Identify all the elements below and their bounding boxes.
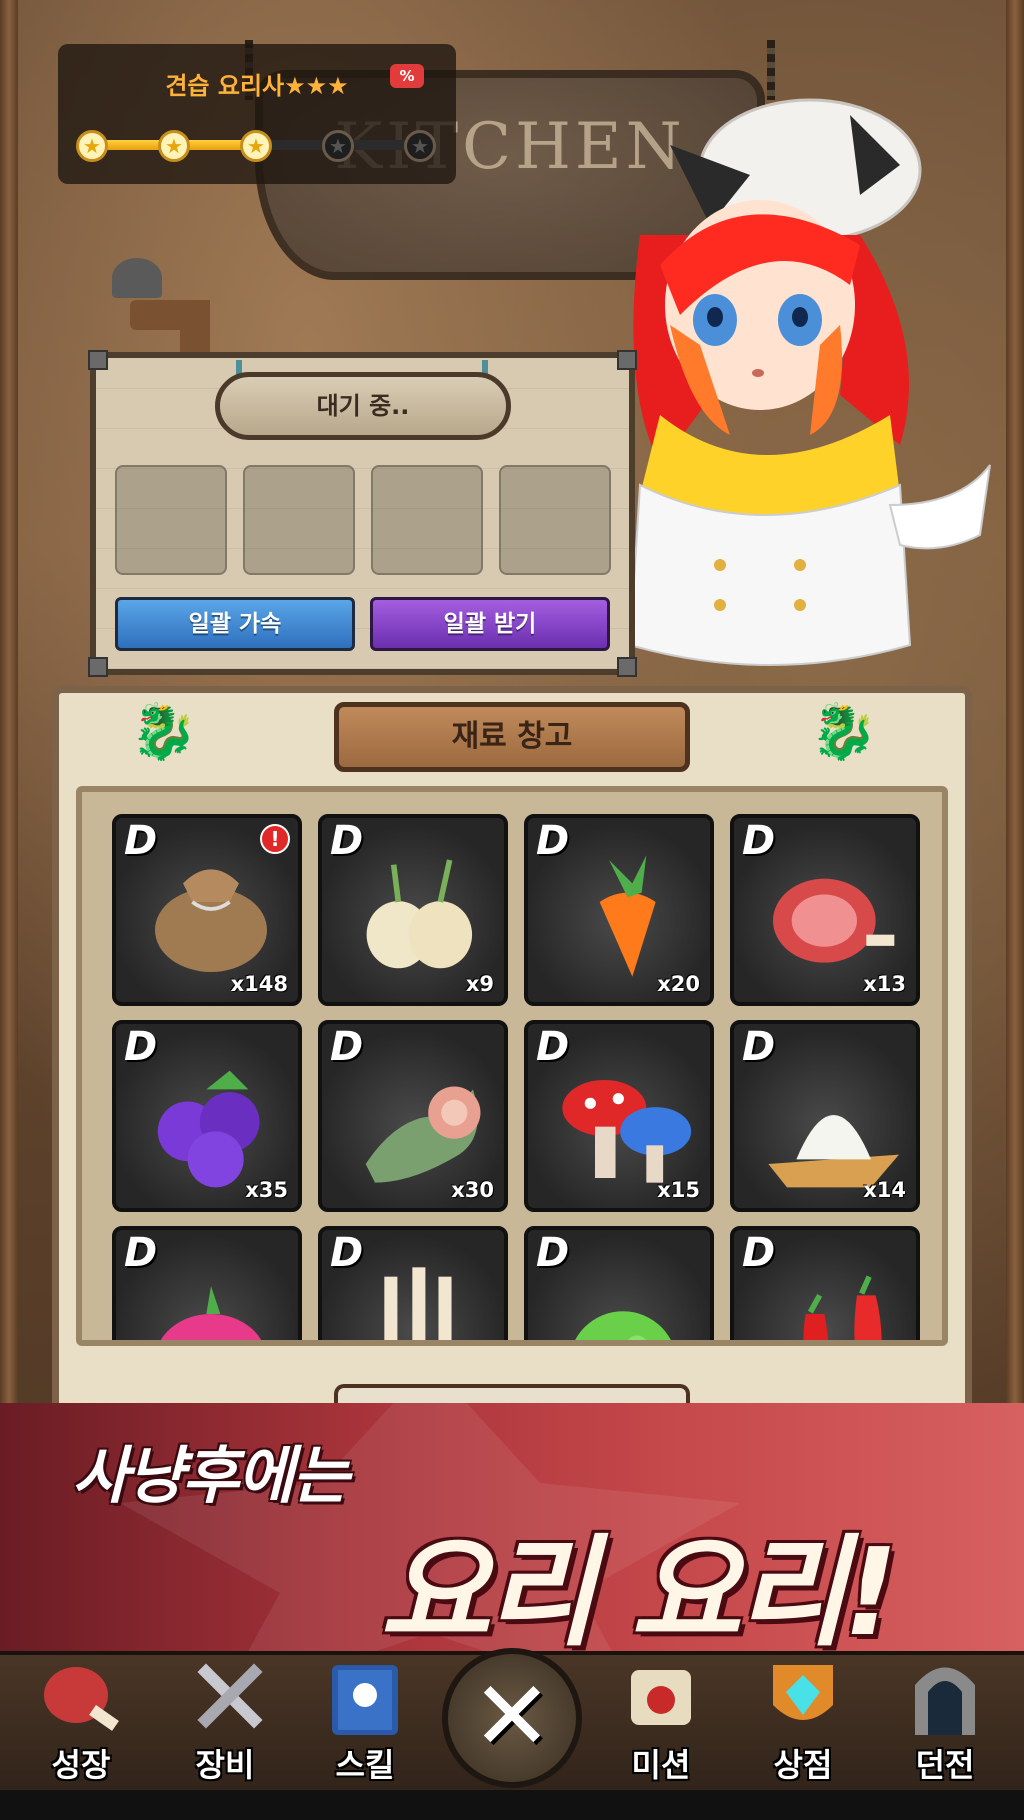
nav-label: 미션 [631,1746,691,1784]
alert-icon: ! [260,824,290,854]
chimney-cap [112,258,162,298]
item-count: x148 [230,972,288,996]
item-grade: D [536,818,570,864]
diamond-shield-icon [773,1665,833,1720]
carrot-icon [599,855,656,977]
rank-star-icon: ★ [158,130,190,162]
item-count: x14 [863,1178,906,1202]
item-count: x13 [863,972,906,996]
ingredient-item-pink-fruit[interactable]: D [112,1226,302,1340]
panel-corner-bolt [88,657,108,677]
ingredient-item-chili-pepper[interactable]: D [730,1226,920,1340]
ingredient-item-salt[interactable]: Dx14 [730,1020,920,1212]
cooking-slot[interactable] [243,465,355,575]
ingredient-item-mushroom[interactable]: Dx15 [524,1020,714,1212]
chili-pepper-icon [803,1275,882,1340]
item-grade: D [124,818,158,864]
ham-meat-icon [773,878,895,963]
ingredient-item-onion[interactable]: Dx9 [318,814,508,1006]
ingredient-item-green-fruit[interactable]: D [524,1226,714,1340]
rank-star-icon: ★ [404,130,436,162]
ingredient-item-blueberry[interactable]: Dx35 [112,1020,302,1212]
ingredient-item-ham-meat[interactable]: Dx13 [730,814,920,1006]
chimney-pipe-vertical [180,300,210,360]
mushroom-icon [562,1080,692,1183]
warehouse-title: 재료 창고 [334,702,690,772]
nav-item-spellbook[interactable]: 스킬 [300,1650,430,1800]
nav-item-crossed-swords[interactable]: 장비 [160,1650,290,1800]
item-count: x30 [451,1178,494,1202]
promo-banner: 사냥후에는 요리 요리! [0,1403,1024,1651]
nav-label: 성장 [51,1746,111,1784]
dragon-ornament-icon: 🐉 [130,700,198,763]
item-grade: D [330,1230,364,1276]
rank-star-icon: ★ [322,130,354,162]
speed-up-all-button[interactable]: 일괄 가속 [115,597,355,651]
item-grade: D [124,1024,158,1070]
nav-item-diamond-shield[interactable]: 상점 [738,1650,868,1800]
ingredient-item-carrot[interactable]: Dx20 [524,814,714,1006]
worm-meat-icon [365,1086,481,1183]
panel-corner-bolt [88,350,108,370]
crossed-swords-icon [197,1663,263,1729]
rank-panel[interactable]: 견습 요리사★★★ % [58,44,456,184]
nav-label: 상점 [773,1746,833,1784]
item-grade: D [536,1024,570,1070]
rank-star-icon: ★ [76,130,108,162]
panel-corner-bolt [617,350,637,370]
bottom-strip [0,1790,1024,1820]
nav-item-meat[interactable]: 성장 [16,1650,146,1800]
item-grade: D [124,1230,158,1276]
discount-badge: % [390,64,424,88]
dungeon-gate-icon [915,1667,975,1735]
pink-fruit-icon [160,1286,262,1340]
ingredient-item-worm-meat[interactable]: Dx30 [318,1020,508,1212]
nav-item-dungeon-gate[interactable]: 던전 [880,1650,1010,1800]
blueberry-icon [157,1070,260,1188]
nav-label: 스킬 [335,1746,395,1784]
root-meat-icon [384,1267,452,1340]
nav-label: 던전 [915,1746,975,1784]
nav-label: 장비 [195,1746,255,1784]
item-count: x15 [657,1178,700,1202]
grain-sack-icon [155,869,267,972]
banner-main-text: 요리 요리! [380,1524,898,1651]
scroll-icon [631,1670,691,1725]
item-grade: D [536,1230,570,1276]
green-fruit-icon [575,1311,671,1340]
item-count: x9 [465,972,494,996]
ingredient-item-root-meat[interactable]: D [318,1226,508,1340]
meat-icon [44,1667,119,1731]
close-button[interactable]: ✕ [442,1648,582,1788]
item-count: x35 [245,1178,288,1202]
dragon-ornament-icon: 🐉 [810,700,878,763]
item-grade: D [742,1024,776,1070]
item-grade: D [742,818,776,864]
item-count: x20 [657,972,700,996]
salt-icon [768,1115,899,1188]
panel-corner-bolt [617,657,637,677]
ingredient-grid: Dx148! Dx9 Dx20 Dx13 Dx35 Dx30 Dx15 Dx14 D D D D [76,786,948,1346]
spellbook-icon [332,1665,398,1735]
cooking-slot[interactable] [371,465,483,575]
close-icon: ✕ [471,1660,553,1772]
item-grade: D [330,1024,364,1070]
onion-icon [366,859,473,969]
chef-character [628,98,991,666]
ingredient-item-grain-sack[interactable]: Dx148! [112,814,302,1006]
cooking-slot[interactable] [115,465,227,575]
item-grade: D [742,1230,776,1276]
item-grade: D [330,818,364,864]
cooking-slot[interactable] [499,465,611,575]
cooking-status: 대기 중.. [215,372,511,440]
receive-all-button[interactable]: 일괄 받기 [370,597,610,651]
nav-item-scroll[interactable]: 미션 [596,1650,726,1800]
banner-headline: 사냥후에는 [72,1439,349,1512]
rank-star-icon: ★ [240,130,272,162]
